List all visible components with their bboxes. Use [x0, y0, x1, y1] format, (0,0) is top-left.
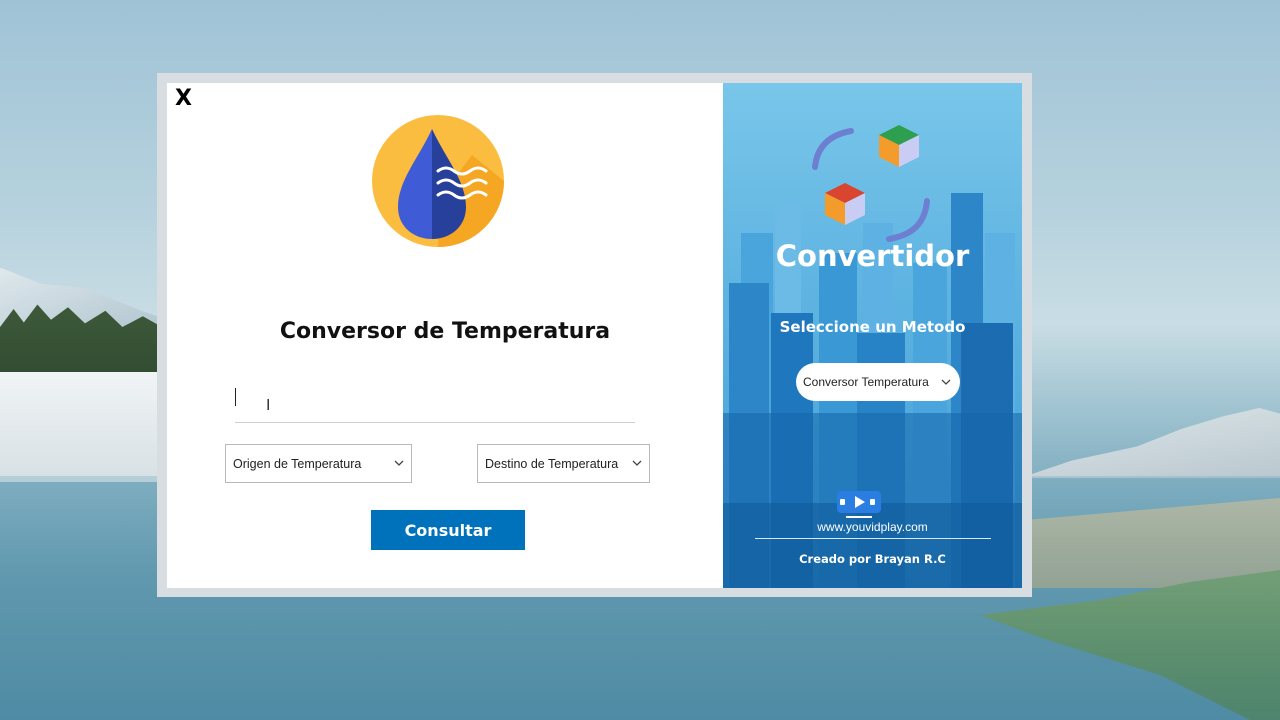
destination-temperature-select[interactable]: Destino de Temperatura: [477, 444, 650, 483]
text-caret: [235, 388, 236, 406]
water-drop-logo-icon: [372, 115, 504, 247]
divider: [755, 538, 991, 539]
destination-select-value: Destino de Temperatura: [485, 456, 619, 471]
cubes-sync-icon: [812, 125, 930, 242]
app-window: X Conversor de Temperatura I Origen de T…: [157, 73, 1032, 597]
wallpaper-mountain-right: [1020, 408, 1280, 478]
origin-temperature-select[interactable]: Origen de Temperatura: [225, 444, 412, 483]
wallpaper-snow: [0, 372, 170, 482]
side-panel: Convertidor Seleccione un Metodo Convers…: [723, 83, 1022, 588]
ibeam-cursor-icon: I: [266, 396, 271, 414]
page-title: Conversor de Temperatura: [279, 319, 611, 344]
temperature-input[interactable]: [235, 379, 635, 423]
chevron-down-icon: [632, 460, 642, 466]
credit-text: Creado por Brayan R.C: [799, 552, 946, 566]
side-panel-subtitle: Seleccione un Metodo: [779, 318, 966, 336]
method-select[interactable]: Conversor Temperatura: [796, 363, 960, 401]
chevron-down-icon: [394, 460, 404, 466]
side-panel-title: Convertidor: [775, 239, 970, 273]
play-video-icon: [837, 491, 881, 518]
close-button[interactable]: X: [175, 87, 192, 111]
method-select-value: Conversor Temperatura: [803, 375, 929, 389]
consultar-button[interactable]: Consultar: [371, 510, 525, 550]
wallpaper-field: [1020, 498, 1280, 588]
origin-select-value: Origen de Temperatura: [233, 456, 362, 471]
converter-panel: X Conversor de Temperatura I Origen de T…: [167, 83, 723, 588]
website-link[interactable]: www.youvidplay.com: [723, 520, 1022, 534]
chevron-down-icon: [941, 379, 951, 385]
